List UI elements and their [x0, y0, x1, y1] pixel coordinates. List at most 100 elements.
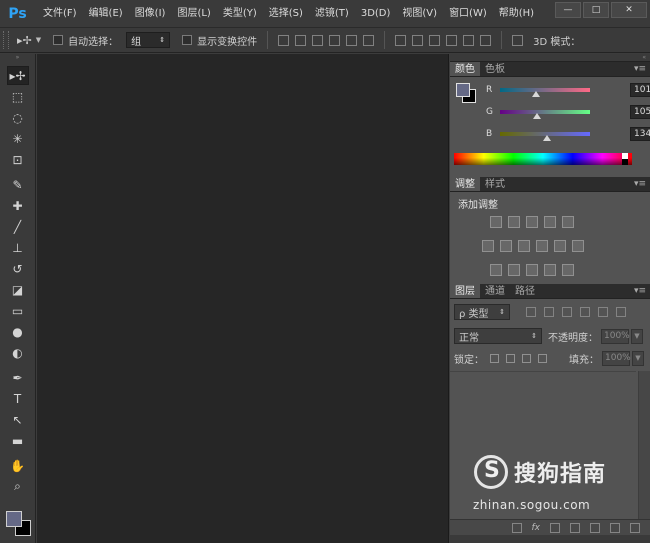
align-left-icon[interactable]	[329, 34, 341, 46]
eyedropper-tool[interactable]: ✎	[7, 175, 29, 194]
curves-icon[interactable]	[526, 216, 538, 228]
blend-mode-dropdown[interactable]: 正常 ⇕	[454, 328, 542, 344]
menu-filter[interactable]: 滤镜(T)	[309, 0, 355, 27]
red-slider-thumb[interactable]	[531, 91, 540, 97]
menu-edit[interactable]: 编辑(E)	[83, 0, 129, 27]
opacity-field[interactable]: 100%	[601, 328, 630, 344]
tab-channels[interactable]: 通道	[480, 284, 510, 298]
color-spectrum[interactable]	[454, 153, 632, 165]
auto-select-checkbox[interactable]	[53, 35, 64, 45]
distribute-hcenter-icon[interactable]	[463, 34, 475, 46]
vibrance-icon[interactable]	[562, 216, 574, 228]
panel-menu-icon[interactable]: ▾≡	[634, 62, 646, 77]
options-bar-grip[interactable]	[3, 31, 9, 49]
red-slider[interactable]	[500, 88, 590, 97]
history-brush-tool[interactable]: ↺	[7, 259, 29, 278]
chevron-down-icon[interactable]: ▼	[632, 350, 644, 366]
lock-image-icon[interactable]	[506, 353, 515, 363]
dodge-tool[interactable]: ◐	[7, 343, 29, 362]
tab-layers[interactable]: 图层	[450, 284, 480, 298]
menu-view[interactable]: 视图(V)	[396, 0, 443, 27]
photo-filter-icon[interactable]	[536, 240, 548, 252]
tab-color[interactable]: 颜色	[450, 62, 480, 76]
layer-style-icon[interactable]: fx	[532, 523, 541, 533]
link-layers-icon[interactable]	[511, 522, 522, 533]
new-adjustment-layer-icon[interactable]	[570, 522, 580, 533]
green-slider-thumb[interactable]	[533, 113, 542, 119]
new-group-icon[interactable]	[590, 522, 600, 533]
blur-tool[interactable]: ●	[7, 322, 29, 341]
menu-select[interactable]: 选择(S)	[263, 0, 309, 27]
distribute-right-icon[interactable]	[480, 34, 492, 46]
add-mask-icon[interactable]	[550, 522, 560, 533]
filter-type-icon[interactable]	[562, 307, 572, 317]
red-value-field[interactable]: 101	[630, 83, 650, 97]
hand-tool[interactable]: ✋	[7, 456, 29, 475]
green-slider[interactable]	[500, 110, 590, 119]
filter-pixel-icon[interactable]	[526, 307, 536, 317]
gradient-tool[interactable]: ▭	[7, 301, 29, 320]
pen-tool[interactable]: ✒	[7, 368, 29, 387]
layer-filter-dropdown[interactable]: ρ 类型 ⇕	[454, 304, 510, 320]
menu-layer[interactable]: 图层(L)	[171, 0, 216, 27]
toolbar-collapse-icon[interactable]: »	[0, 54, 35, 64]
chevron-down-icon[interactable]: ▼	[631, 328, 643, 344]
lock-transparent-icon[interactable]	[490, 353, 499, 363]
shape-tool[interactable]: ▬	[7, 431, 29, 450]
menu-3d[interactable]: 3D(D)	[355, 0, 397, 27]
filter-toggle-icon[interactable]	[616, 307, 626, 317]
distribute-left-icon[interactable]	[446, 34, 458, 46]
black-white-icon[interactable]	[518, 240, 530, 252]
panel-collapse-icon[interactable]: «	[450, 54, 650, 62]
align-top-icon[interactable]	[278, 34, 290, 46]
threshold-icon[interactable]	[526, 264, 538, 276]
distribute-vcenter-icon[interactable]	[412, 34, 424, 46]
crop-tool[interactable]: ⊡	[7, 150, 29, 169]
menu-file[interactable]: 文件(F)	[37, 0, 83, 27]
magic-wand-tool[interactable]: ✳	[7, 129, 29, 148]
align-hcenter-icon[interactable]	[346, 34, 358, 46]
align-bottom-icon[interactable]	[312, 34, 324, 46]
color-swatches[interactable]	[6, 511, 32, 537]
filter-smart-object-icon[interactable]	[598, 307, 608, 317]
minimize-button[interactable]: —	[555, 2, 581, 18]
blue-value-field[interactable]: 134	[630, 127, 650, 141]
posterize-icon[interactable]	[508, 264, 520, 276]
distribute-top-icon[interactable]	[395, 34, 407, 46]
menu-window[interactable]: 窗口(W)	[443, 0, 493, 27]
tab-adjustments[interactable]: 调整	[450, 177, 480, 191]
maximize-button[interactable]: □	[583, 2, 609, 18]
menu-help[interactable]: 帮助(H)	[493, 0, 540, 27]
selective-color-icon[interactable]	[544, 264, 556, 276]
tab-swatches[interactable]: 色板	[480, 62, 510, 76]
panel-menu-icon[interactable]: ▾≡	[634, 284, 646, 299]
foreground-color-swatch[interactable]	[6, 511, 22, 527]
new-layer-icon[interactable]	[610, 522, 620, 533]
color-lookup-icon[interactable]	[572, 240, 584, 252]
filter-shape-icon[interactable]	[580, 307, 590, 317]
zoom-tool[interactable]: ⌕	[7, 477, 29, 496]
distribute-bottom-icon[interactable]	[429, 34, 441, 46]
lock-all-icon[interactable]	[538, 353, 547, 363]
eraser-tool[interactable]: ◪	[7, 280, 29, 299]
auto-align-icon[interactable]	[512, 34, 524, 46]
spectrum-black-swatch[interactable]	[622, 159, 628, 165]
tab-styles[interactable]: 样式	[480, 177, 510, 191]
color-balance-icon[interactable]	[500, 240, 512, 252]
menu-type[interactable]: 类型(Y)	[217, 0, 263, 27]
tool-preset-picker[interactable]: ▸✢ ▼	[17, 34, 41, 47]
lock-position-icon[interactable]	[522, 353, 531, 363]
blue-slider-thumb[interactable]	[543, 135, 552, 141]
menu-image[interactable]: 图像(I)	[129, 0, 172, 27]
document-canvas[interactable]	[37, 54, 449, 543]
move-tool[interactable]: ▸✢	[6, 66, 29, 85]
healing-tool[interactable]: ✚	[7, 196, 29, 215]
channel-mixer-icon[interactable]	[554, 240, 566, 252]
trash-icon[interactable]	[630, 522, 640, 533]
show-transform-checkbox[interactable]	[182, 35, 193, 45]
green-value-field[interactable]: 105	[630, 105, 650, 119]
blue-slider[interactable]	[500, 132, 590, 141]
exposure-icon[interactable]	[544, 216, 556, 228]
gradient-map-icon[interactable]	[562, 264, 574, 276]
levels-icon[interactable]	[508, 216, 520, 228]
